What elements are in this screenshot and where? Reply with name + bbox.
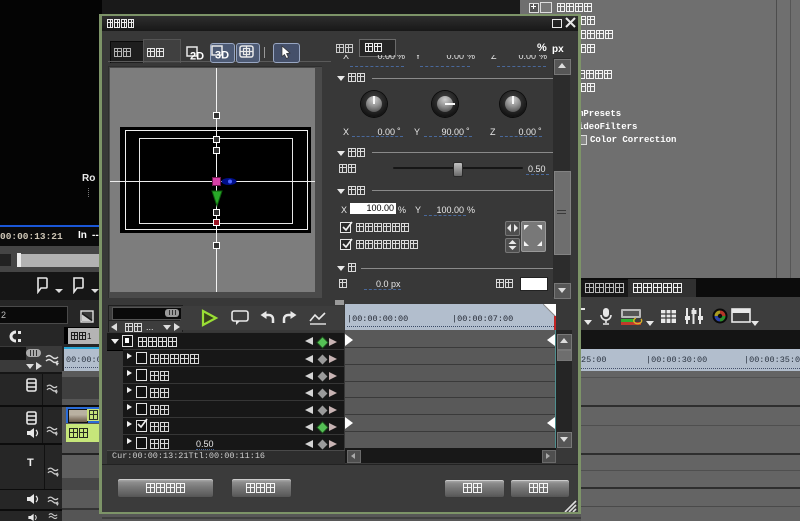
svg-text:3D: 3D [215,50,229,61]
svg-text:2D: 2D [190,51,204,62]
